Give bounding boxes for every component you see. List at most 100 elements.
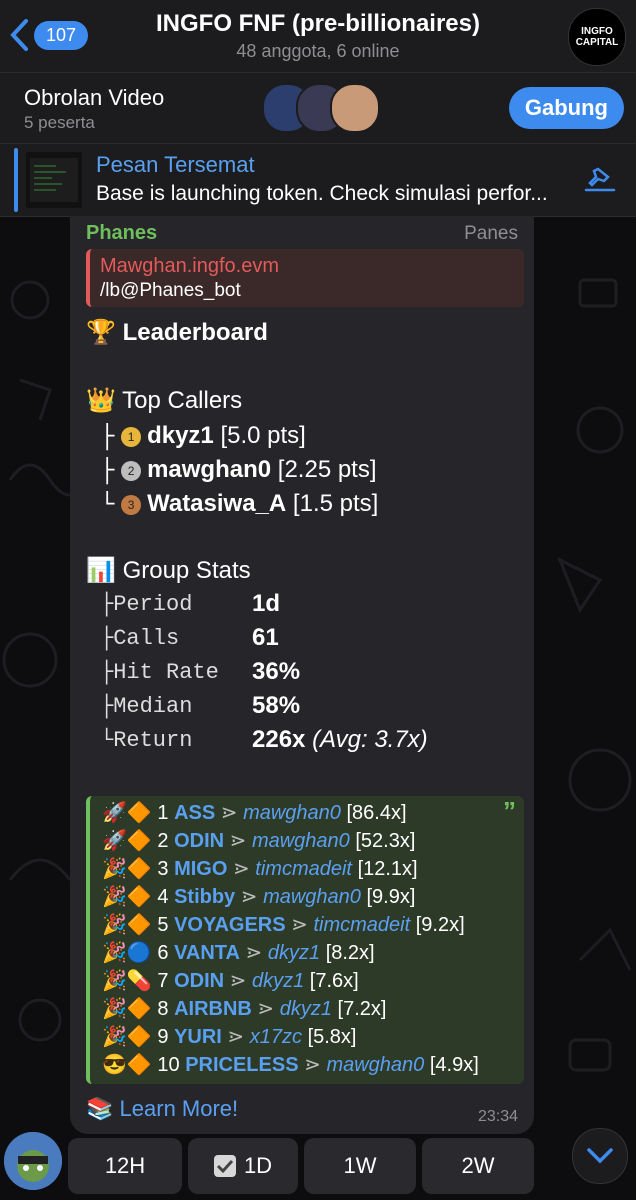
call-rank: 10: [157, 1054, 180, 1076]
call-multiplier: [5.8x]: [307, 1026, 357, 1048]
avatar[interactable]: [4, 1132, 62, 1190]
token-link[interactable]: VANTA: [174, 942, 240, 964]
row-emoji-icon: 🎉: [102, 886, 127, 908]
arrow-icon: ⋗: [229, 830, 247, 852]
chain-icon: 💊: [126, 970, 152, 992]
call-multiplier: [8.2x]: [325, 942, 375, 964]
call-row: 🎉💊 7 ODIN ⋗ dkyz1 [7.6x]: [102, 968, 359, 993]
call-rank: 7: [157, 970, 169, 992]
period-button-1w[interactable]: 1W: [304, 1138, 416, 1194]
logo-text-2: CAPITAL: [575, 37, 619, 48]
chain-icon: 🔶: [126, 1054, 152, 1076]
pinned-message-bar[interactable]: Pesan Tersemat Base is launching token. …: [0, 144, 636, 217]
call-multiplier: [9.9x]: [366, 886, 416, 908]
call-rank: 8: [157, 998, 169, 1020]
period-button-1d[interactable]: 1D: [188, 1138, 298, 1194]
caller-name: mawghan0: [147, 456, 272, 483]
token-link[interactable]: ASS: [174, 802, 215, 824]
arrow-icon: ⋗: [232, 858, 250, 880]
caller-link[interactable]: x17zc: [250, 1026, 302, 1048]
call-multiplier: [4.9x]: [429, 1054, 479, 1076]
token-link[interactable]: PRICELESS: [185, 1054, 298, 1076]
call-row: 🎉🔶 3 MIGO ⋗ timcmadeit [12.1x]: [102, 856, 418, 881]
arrow-icon: ⋗: [304, 1054, 321, 1076]
caller-link[interactable]: mawghan0: [326, 1054, 424, 1076]
caller-pts: [1.5 pts]: [292, 490, 379, 517]
return-value: 226x: [252, 726, 306, 753]
learn-more-link[interactable]: 📚 Learn More!: [86, 1096, 238, 1122]
call-row: 🎉🔵 6 VANTA ⋗ dkyz1 [8.2x]: [102, 940, 375, 965]
call-multiplier: [86.4x]: [346, 802, 407, 824]
sender-name[interactable]: Phanes: [86, 222, 157, 245]
caller-link[interactable]: dkyz1: [268, 942, 320, 964]
stat-row: ├Hit Rate: [100, 660, 219, 685]
caller-name: Watasiwa_A: [147, 490, 287, 517]
arrow-icon: ⋗: [227, 1026, 245, 1048]
caller-pts: [5.0 pts]: [220, 422, 306, 449]
caller-link[interactable]: mawghan0: [263, 886, 361, 908]
stat-value: 1d: [252, 590, 281, 617]
stat-value: 61: [252, 624, 279, 651]
caller-link[interactable]: mawghan0: [243, 802, 341, 824]
quote-icon: ”: [503, 796, 516, 826]
caller-link[interactable]: timcmadeit: [255, 858, 352, 880]
join-button[interactable]: Gabung: [508, 87, 624, 129]
learn-more-label: Learn More!: [119, 1096, 239, 1121]
stat-label: Return: [113, 728, 193, 753]
token-link[interactable]: Stibby: [174, 886, 235, 908]
top-calls-quote: ” 🚀🔶 1 ASS ⋗ mawghan0 [86.4x] 🚀🔶 2 ODIN ⋗…: [86, 796, 524, 1084]
call-multiplier: [52.3x]: [355, 830, 416, 852]
caller-link[interactable]: dkyz1: [252, 970, 304, 992]
token-link[interactable]: ODIN: [174, 970, 224, 992]
checkmark-icon: [213, 1155, 236, 1177]
books-icon: 📚: [86, 1096, 114, 1121]
chat-subtitle: 48 anggota, 6 online: [236, 41, 400, 61]
participant-avatars: [262, 83, 382, 133]
leaderboard-heading: 🏆 Leaderboard: [86, 318, 268, 347]
caller-pts: [2.25 pts]: [277, 456, 377, 483]
leaderboard-title: Leaderboard: [122, 319, 268, 346]
group-avatar[interactable]: INGFO CAPITAL: [568, 8, 626, 66]
message-time: 23:34: [477, 1108, 518, 1125]
token-link[interactable]: MIGO: [174, 858, 227, 880]
stat-label: Hit Rate: [113, 660, 219, 685]
chat-header: 107 INGFO FNF (pre-billionaires) 48 angg…: [0, 0, 636, 73]
row-emoji-icon: 🚀: [102, 802, 127, 824]
video-chat-bar[interactable]: Obrolan Video 5 peserta Gabung: [0, 73, 636, 144]
chain-icon: 🔶: [126, 802, 152, 824]
logo-text-1: INGFO: [581, 26, 613, 37]
token-link[interactable]: AIRBNB: [174, 998, 252, 1020]
video-chat-title: Obrolan Video: [24, 85, 165, 110]
period-button-12h[interactable]: 12H: [68, 1138, 182, 1194]
chain-icon: 🔶: [126, 914, 152, 936]
stat-label: Period: [113, 592, 193, 617]
call-multiplier: [12.1x]: [357, 858, 418, 880]
chain-icon: 🔶: [126, 998, 152, 1020]
caller-link[interactable]: dkyz1: [280, 998, 332, 1020]
scroll-down-button[interactable]: [572, 1128, 628, 1184]
arrow-icon: ⋗: [220, 802, 238, 824]
arrow-icon: ⋗: [229, 970, 247, 992]
pinned-thumbnail: [26, 152, 82, 208]
chain-icon: 🔶: [126, 886, 152, 908]
tree-end-icon: └: [100, 492, 115, 519]
chat-title[interactable]: INGFO FNF (pre-billionaires): [0, 10, 636, 38]
caller-name: dkyz1: [147, 422, 214, 449]
token-link[interactable]: YURI: [174, 1026, 222, 1048]
call-row: 🎉🔶 9 YURI ⋗ x17zc [5.8x]: [102, 1024, 356, 1049]
pinned-title: Pesan Tersemat: [96, 152, 255, 177]
caller-link[interactable]: mawghan0: [252, 830, 350, 852]
row-emoji-icon: 🎉: [102, 858, 127, 880]
pin-list-icon[interactable]: [584, 166, 616, 194]
row-emoji-icon: 🎉: [102, 914, 127, 936]
caller-link[interactable]: timcmadeit: [313, 914, 410, 936]
bot-message-bubble[interactable]: Phanes Panes Mawghan.ingfo.evm /lb@Phane…: [70, 216, 534, 1134]
period-button-2w[interactable]: 2W: [422, 1138, 534, 1194]
token-link[interactable]: VOYAGERS: [174, 914, 286, 936]
call-row: 🎉🔶 8 AIRBNB ⋗ dkyz1 [7.2x]: [102, 996, 386, 1021]
token-link[interactable]: ODIN: [174, 830, 224, 852]
row-emoji-icon: 🎉: [102, 970, 127, 992]
avatar: [330, 83, 380, 133]
video-chat-participants: 5 peserta: [24, 113, 95, 132]
reply-preview[interactable]: Mawghan.ingfo.evm /lb@Phanes_bot: [86, 249, 524, 307]
